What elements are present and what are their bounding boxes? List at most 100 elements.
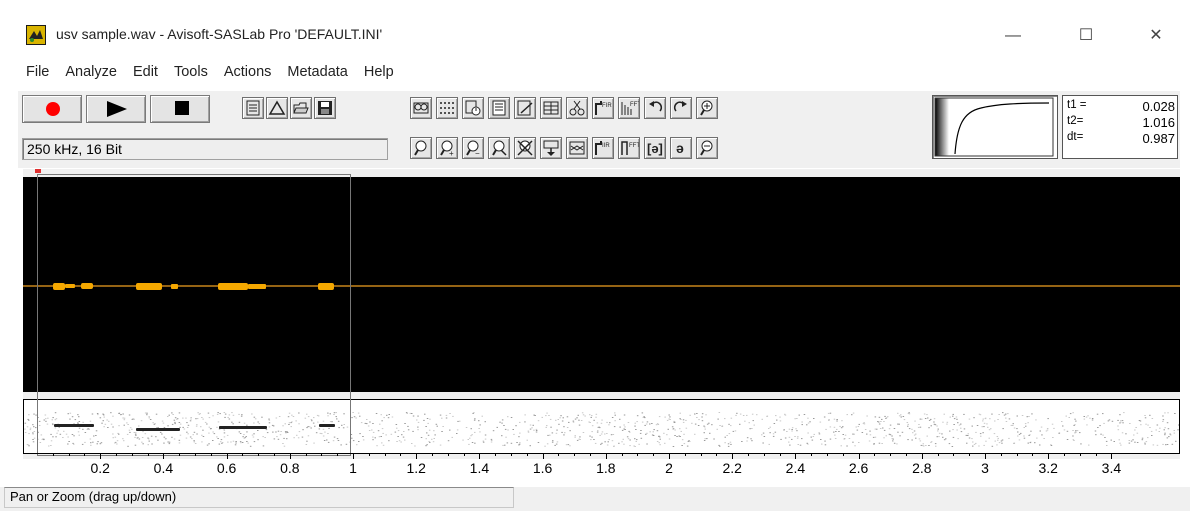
delete-button[interactable] [514,137,536,159]
bracket-button[interactable]: [ə] [644,137,666,159]
zoom-plus-icon: + [440,140,454,158]
reel-button[interactable] [410,97,432,119]
axis-tick [479,453,481,459]
axis-tick [1111,453,1113,459]
axis-minor-tick [1079,453,1081,456]
axis-tick-label: 1.2 [406,460,426,476]
file-info-icon [246,100,260,116]
zoom-button[interactable] [410,137,432,159]
play-button[interactable] [86,95,146,123]
open-folder-icon [293,102,309,114]
axis-minor-tick [526,453,528,456]
axis-minor-tick [890,453,892,456]
reverse-button[interactable]: ə [670,137,692,159]
fir-filter-button[interactable]: FIR [592,97,614,119]
axis-minor-tick [827,453,828,456]
axis-tick-label: 1.6 [532,460,553,476]
reel-icon [413,102,429,114]
axis-minor-tick [463,453,465,456]
axis-tick-label: 2.4 [785,460,806,476]
axis-minor-tick [337,453,339,456]
axis-tick-label: 3.2 [1038,460,1058,476]
axis-minor-tick [748,453,749,456]
open-button[interactable] [290,97,312,119]
menu-edit[interactable]: Edit [125,62,166,86]
axis-tick-label: 0.8 [280,460,300,476]
zoom-range-button[interactable] [488,137,510,159]
axis-tick [416,453,418,459]
format-info-field: 250 kHz, 16 Bit [22,138,388,160]
iir-filter-button[interactable]: IIR [592,137,614,159]
triangle-button[interactable] [266,97,288,119]
axis-minor-tick [1000,453,1002,456]
axis-minor-tick [621,453,623,456]
insert-button[interactable] [540,137,562,159]
menu-file[interactable]: File [18,62,57,86]
zoom-minus-icon: − [466,140,480,158]
axis-minor-tick [84,453,86,456]
file-info-button[interactable] [242,97,264,119]
axis-tick [542,453,544,459]
menu-metadata[interactable]: Metadata [279,62,355,86]
selection-rectangle[interactable] [37,174,351,456]
save-button[interactable] [314,97,336,119]
undo-icon [649,101,663,112]
axis-minor-tick [384,453,386,456]
menu-actions[interactable]: Actions [216,62,280,86]
t1-label: t1 = [1067,99,1087,111]
zoom-minus-button[interactable]: − [462,137,484,159]
axis-minor-tick [179,453,181,456]
axis-minor-tick [495,453,497,456]
zoom-out-vertical-button[interactable] [696,137,718,159]
axis-tick [289,453,291,459]
stop-button[interactable] [150,95,210,123]
table-button[interactable] [540,97,562,119]
axis-tick [100,453,102,459]
edit-button[interactable] [514,97,536,119]
edit-icon [517,100,533,116]
envelope-button[interactable] [566,137,588,159]
grid-button[interactable] [436,97,458,119]
cut-button[interactable] [566,97,588,119]
axis-tick-label: 2.8 [912,460,932,476]
reverse-icon: ə [676,140,684,156]
axis-tick-label: 2.2 [722,460,742,476]
record-icon [46,102,60,116]
axis-minor-tick [1095,453,1097,456]
axis-minor-tick [637,453,639,456]
clock-icon [465,100,481,116]
cursor-marker[interactable] [35,169,41,173]
axis-tick-label: 0.2 [90,460,110,476]
zoom-in-plus-icon [700,100,713,116]
document-button[interactable] [488,97,510,119]
axis-minor-tick [447,453,449,456]
fft-filter-button[interactable]: FFT [618,97,640,119]
scissors-icon [569,100,585,116]
stop-icon [175,101,189,115]
axis-minor-tick [716,453,718,456]
axis-minor-tick [700,453,702,456]
maximize-button[interactable]: ☐ [1063,22,1109,50]
menu-analyze[interactable]: Analyze [57,62,125,86]
time-axis: 0.2 0.4 0.6 0.8 1 1.2 1.4 1.6 1.8 2 2.2 2.4 2.6 2.8 3 3… [23,453,1180,483]
axis-tick [605,453,607,459]
triangle-icon [268,100,286,115]
redo-button[interactable] [670,97,692,119]
undo-button[interactable] [644,97,666,119]
axis-minor-tick [511,453,512,456]
axis-minor-tick [432,453,433,456]
zoom-in-vertical-button[interactable] [696,97,718,119]
level-curve-display[interactable] [932,95,1058,159]
menu-help[interactable]: Help [356,62,402,86]
axis-tick [226,453,228,459]
zoom-range-icon [492,140,507,156]
clock-button[interactable] [462,97,484,119]
close-button[interactable]: ✕ [1133,22,1179,50]
signal-display[interactable] [23,169,1180,459]
zoom-plus-button[interactable]: + [436,137,458,159]
record-button[interactable] [22,95,82,123]
svg-text:[ə]: [ə] [647,141,663,156]
minimize-button[interactable]: — [990,22,1036,50]
menu-tools[interactable]: Tools [166,62,216,86]
fft-button[interactable]: FFT [618,137,640,159]
